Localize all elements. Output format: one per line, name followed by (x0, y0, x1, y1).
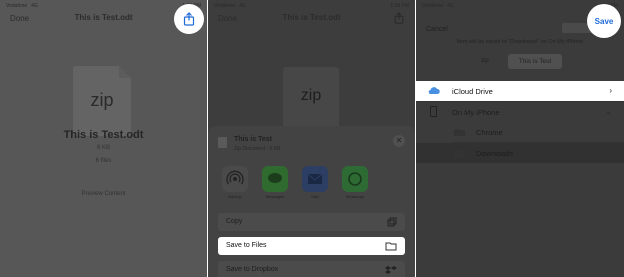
share-icon (394, 12, 404, 24)
folder-icon (385, 242, 397, 251)
action-save-to-dropbox[interactable]: Save to Dropbox (218, 261, 405, 277)
action-save-to-files[interactable]: Save to Files (218, 237, 405, 255)
status-bar: Vodafone 4G 1:58 PM (422, 3, 618, 11)
file-thumbnail: zip (73, 66, 131, 136)
app-label: Messages (265, 194, 285, 199)
status-bar: Vodafone 4G 1:58 PM (6, 3, 201, 11)
network-label: 4G (31, 3, 38, 9)
phone-icon (430, 106, 437, 117)
carrier-label: Vodafone (422, 3, 444, 9)
carrier-label: Vodafone (6, 3, 28, 9)
save-to-files-screen: Vodafone 4G 1:58 PM Cancel Save Item wil… (416, 0, 624, 277)
app-messages[interactable]: Messages (262, 166, 288, 202)
save-button[interactable]: Save (587, 4, 621, 38)
file-thumbnail: zip (283, 67, 339, 129)
location-on-my-iphone[interactable]: On My iPhone ⌄ (416, 102, 624, 122)
app-row: AirDrop Messages Mail WhatsApp (222, 166, 415, 202)
network-label: 4G (239, 3, 246, 9)
messages-icon (262, 166, 288, 192)
location-label: iCloud Drive (452, 87, 493, 96)
location-label: Chrome (476, 128, 503, 137)
share-sheet-header: This is Test Zip Document · 6 KB ✕ (218, 134, 405, 156)
location-downloads[interactable]: Downloads (416, 143, 624, 163)
location-chrome[interactable]: Chrome (416, 122, 624, 142)
share-sheet-screen: Vodafone 4G 1:58 PM Done This is Test.od… (208, 0, 415, 277)
share-icon (183, 12, 195, 26)
whatsapp-icon (342, 166, 368, 192)
file-name-field[interactable]: This is Test (508, 54, 562, 69)
folder-icon (454, 129, 465, 136)
chevron-down-icon: ⌄ (605, 107, 612, 116)
file-preview-screen: Vodafone 4G 1:58 PM Done This is Test.od… (0, 0, 207, 277)
file-ext-label: zip (300, 87, 322, 104)
action-label: Save to Dropbox (226, 266, 279, 273)
file-name: This is Test.odt (63, 129, 144, 141)
app-airdrop[interactable]: AirDrop (222, 166, 248, 202)
app-mail[interactable]: Mail (302, 166, 328, 202)
network-label: 4G (447, 3, 454, 9)
status-bar: Vodafone 4G 1:58 PM (214, 3, 409, 11)
location-label: Downloads (476, 149, 514, 158)
file-count: 6 files (95, 158, 112, 164)
app-whatsapp[interactable]: WhatsApp (342, 166, 368, 202)
cloud-icon (428, 87, 440, 95)
action-label: Copy (226, 218, 243, 225)
preview-content-link[interactable]: Preview Content (0, 191, 207, 197)
action-label: Save to Files (226, 242, 267, 249)
app-label: WhatsApp (345, 194, 365, 199)
chevron-right-icon: › (609, 86, 612, 95)
share-button[interactable] (174, 4, 204, 34)
share-sheet-subtitle: Zip Document · 6 KB (234, 146, 281, 152)
share-sheet-title: This is Test (234, 136, 272, 143)
location-label: On My iPhone (452, 108, 500, 117)
file-ext-label: zip (90, 90, 114, 110)
file-size: 6 KB (96, 145, 110, 151)
close-icon: ✕ (395, 136, 403, 145)
page-title: This is Test.odt (282, 13, 341, 22)
app-label: Mail (311, 194, 319, 199)
nav-bar: Done This is Test.odt (208, 12, 415, 26)
location-icloud-drive[interactable]: iCloud Drive › (416, 81, 624, 101)
carrier-label: Vodafone (214, 3, 236, 9)
folder-icon (454, 150, 465, 157)
cancel-button[interactable]: Cancel (426, 26, 448, 33)
file-ext-label: zip (481, 58, 489, 64)
action-copy[interactable]: Copy (218, 213, 405, 231)
app-label: AirDrop (228, 194, 242, 199)
airdrop-icon (222, 166, 248, 192)
share-button[interactable] (393, 12, 405, 26)
close-button[interactable]: ✕ (393, 135, 405, 147)
copy-icon (387, 217, 397, 227)
document-icon (218, 137, 227, 148)
dropbox-icon (385, 266, 397, 274)
share-sheet: This is Test Zip Document · 6 KB ✕ AirDr… (208, 126, 415, 277)
mail-icon (302, 166, 328, 192)
time-label: 1:58 PM (390, 3, 409, 9)
save-destination-note: Item will be saved to "Downloads" on On … (456, 39, 584, 45)
